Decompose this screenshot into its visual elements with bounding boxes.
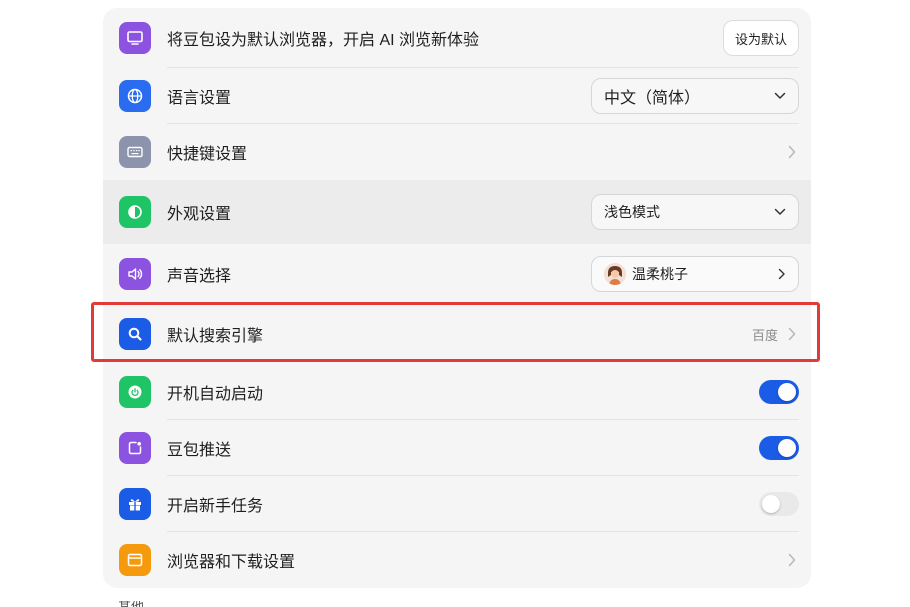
- appearance-select-value: 浅色模式: [604, 204, 660, 220]
- appearance-label: 外观设置: [167, 206, 232, 223]
- language-select-value: 中文（简体）: [604, 90, 701, 107]
- beginner-tasks-label: 开启新手任务: [167, 498, 264, 515]
- settings-card: 将豆包设为默认浏览器，开启 AI 浏览新体验 设为默认 语言设置 中文（简体） …: [103, 8, 811, 588]
- power-icon: [119, 376, 151, 408]
- browser-download-label: 浏览器和下载设置: [167, 554, 296, 571]
- language-row: 语言设置 中文（简体）: [103, 68, 811, 124]
- notification-icon: [119, 432, 151, 464]
- speaker-icon: [119, 258, 151, 290]
- chevron-down-icon: [774, 92, 786, 99]
- chevron-down-icon: [774, 208, 786, 215]
- voice-select[interactable]: 温柔桃子: [591, 256, 799, 292]
- monitor-icon: [119, 22, 151, 54]
- voice-select-value: 温柔桃子: [632, 266, 688, 282]
- auto-start-label: 开机自动启动: [167, 386, 264, 403]
- next-section-title: 其他: [118, 601, 144, 607]
- set-default-button[interactable]: 设为默认: [722, 20, 799, 56]
- gift-icon: [119, 488, 151, 520]
- avatar: [604, 263, 626, 285]
- search-icon: [119, 318, 151, 350]
- chevron-right-icon: [778, 268, 785, 280]
- contrast-icon: [119, 196, 151, 228]
- language-select[interactable]: 中文（简体）: [591, 78, 799, 114]
- chevron-right-icon: [788, 553, 796, 567]
- default-browser-label: 将豆包设为默认浏览器，开启 AI 浏览新体验: [167, 32, 480, 49]
- default-search-engine-row[interactable]: 默认搜索引擎 百度: [103, 304, 811, 364]
- chevron-right-icon: [788, 327, 796, 341]
- toggle-knob: [762, 495, 780, 513]
- shortcut-settings-row[interactable]: 快捷键设置: [103, 124, 811, 180]
- push-label: 豆包推送: [167, 442, 232, 459]
- search-engine-value: 百度: [751, 327, 778, 343]
- chevron-right-icon: [788, 145, 796, 159]
- default-browser-row: 将豆包设为默认浏览器，开启 AI 浏览新体验 设为默认: [103, 8, 811, 68]
- default-search-engine-label: 默认搜索引擎: [167, 328, 264, 345]
- browser-download-row[interactable]: 浏览器和下载设置: [103, 532, 811, 588]
- language-label: 语言设置: [167, 90, 232, 107]
- globe-icon: [119, 80, 151, 112]
- appearance-row: 外观设置 浅色模式: [103, 180, 811, 244]
- browser-window-icon: [119, 544, 151, 576]
- voice-label: 声音选择: [167, 268, 232, 285]
- toggle-knob: [778, 439, 796, 457]
- voice-row: 声音选择 温柔桃子: [103, 244, 811, 304]
- beginner-tasks-row: 开启新手任务: [103, 476, 811, 532]
- auto-start-toggle[interactable]: [759, 380, 799, 404]
- auto-start-row: 开机自动启动: [103, 364, 811, 420]
- push-toggle[interactable]: [759, 436, 799, 460]
- appearance-select[interactable]: 浅色模式: [591, 194, 799, 230]
- shortcut-settings-label: 快捷键设置: [167, 146, 248, 163]
- push-row: 豆包推送: [103, 420, 811, 476]
- keyboard-icon: [119, 136, 151, 168]
- beginner-tasks-toggle[interactable]: [759, 492, 799, 516]
- toggle-knob: [778, 383, 796, 401]
